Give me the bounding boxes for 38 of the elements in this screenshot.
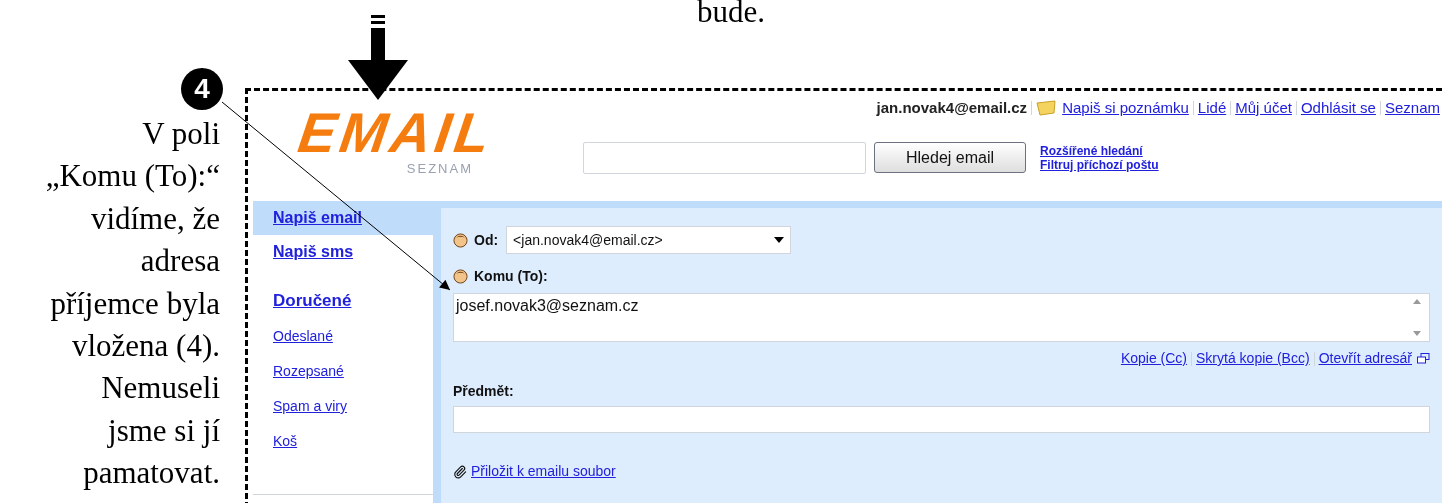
header-link[interactable]: Můj účet xyxy=(1235,97,1292,120)
attach-link[interactable]: Přiložit k emailu soubor xyxy=(471,461,616,482)
recipient-link[interactable]: Otevřít adresář xyxy=(1318,348,1412,369)
person-icon xyxy=(453,269,468,284)
callout-badge: 4 xyxy=(181,68,223,110)
paperclip-icon xyxy=(453,464,467,479)
search-link[interactable]: Filtruj příchozí poštu xyxy=(1040,158,1159,172)
header-link[interactable]: Seznam xyxy=(1384,97,1440,120)
header-link[interactable]: Napiš si poznámku xyxy=(1062,97,1189,120)
person-icon xyxy=(453,232,468,248)
from-label: Od: xyxy=(474,230,499,250)
scroll-up-icon xyxy=(1413,299,1421,304)
search-link[interactable]: Rozšířené hledání xyxy=(1040,144,1159,158)
search-button[interactable]: Hledej email xyxy=(874,142,1026,173)
user-email: jan.novak4@email.cz xyxy=(876,98,1028,118)
search-field[interactable] xyxy=(583,142,866,174)
subject-field[interactable] xyxy=(453,406,1430,433)
sidebar-item[interactable]: Rozepsané xyxy=(273,361,344,382)
logo: EMAIL SEZNAM xyxy=(293,100,499,178)
sidebar-item[interactable]: Odeslané xyxy=(273,326,333,347)
to-label: Komu (To): xyxy=(474,267,548,286)
header-link[interactable]: Odhlásit se xyxy=(1300,97,1376,120)
sender-select[interactable]: <jan.novak4@email.cz> xyxy=(506,226,792,254)
recipient-link[interactable]: Skrytá kopie (Bcc) xyxy=(1196,348,1310,369)
sidebar-item[interactable]: Napiš sms xyxy=(273,240,354,264)
sidebar-item[interactable]: Spam a viry xyxy=(273,396,347,417)
recipient-link[interactable]: Kopie (Cc) xyxy=(1120,348,1188,369)
header-link[interactable]: Lidé xyxy=(1197,97,1227,120)
caption-text: V poli „Komu (To):“ vidíme, že adresa příjemce byla vložena (4). Nemuseli jsme si jí pamatovat. xyxy=(44,115,220,493)
sidebar-item[interactable]: Koš xyxy=(273,431,298,452)
caret-icon xyxy=(774,237,785,243)
subject-label: Předmět: xyxy=(453,382,515,401)
body-text: bude. xyxy=(697,0,765,31)
recipient-field[interactable]: josef.novak3@seznam.cz xyxy=(453,293,1430,342)
sidebar-item[interactable]: Doručené xyxy=(273,288,352,314)
scroll-down-icon xyxy=(1413,331,1421,336)
new-window-icon xyxy=(1417,353,1430,364)
note-icon xyxy=(1036,100,1057,117)
